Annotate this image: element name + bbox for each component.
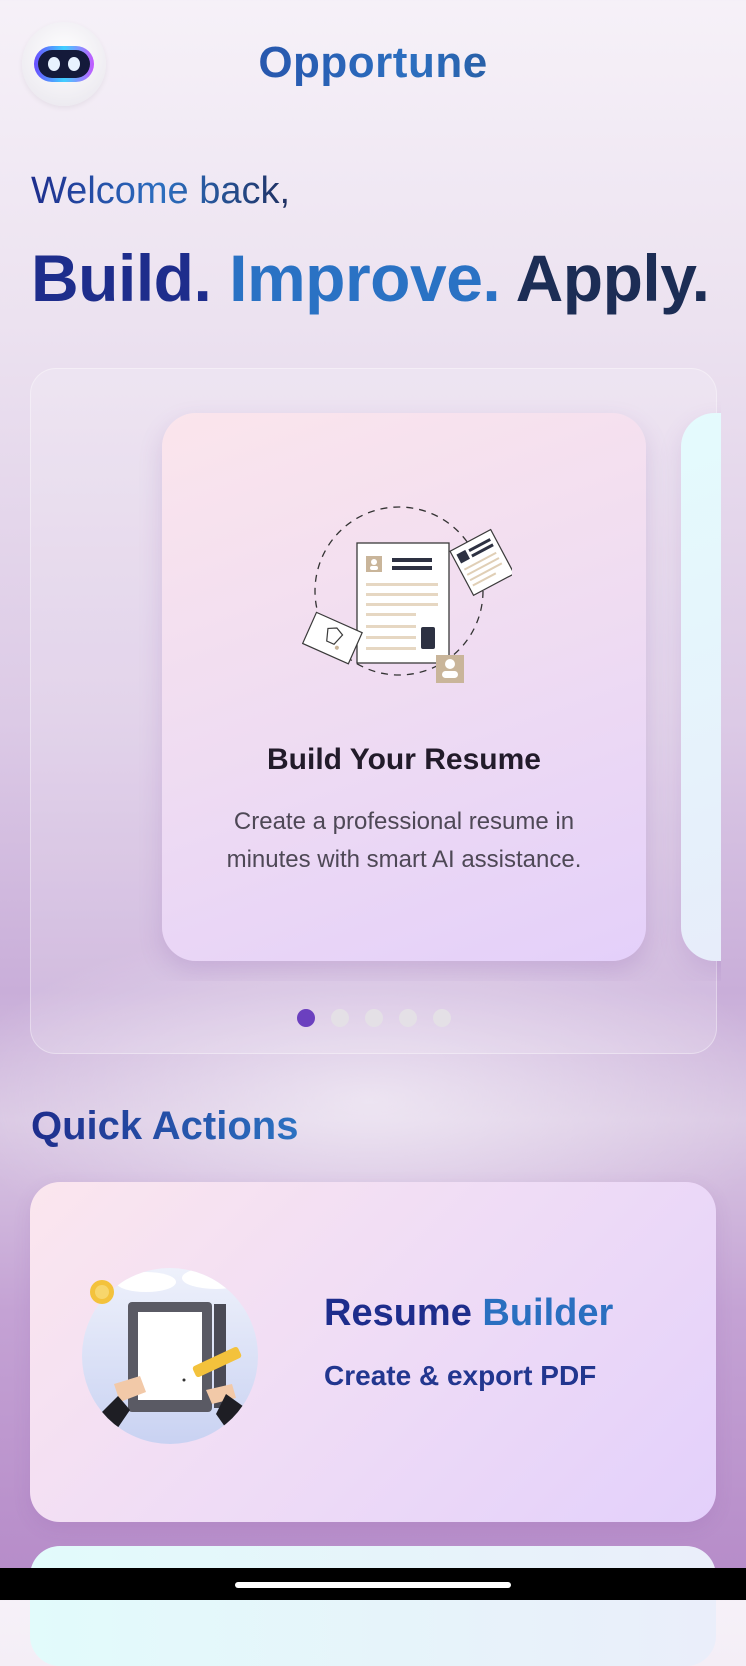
- feature-description: Create a professional resume in minutes …: [226, 808, 582, 873]
- quick-actions-title: Quick Actions: [31, 1104, 299, 1148]
- feature-card-build-resume[interactable]: Build Your Resume Create a professional …: [162, 413, 646, 961]
- tagline-build: Build.: [31, 241, 212, 315]
- app-header: Opportune: [0, 0, 746, 130]
- feature-carousel[interactable]: Build Your Resume Create a professional …: [30, 368, 721, 1054]
- next-action-card[interactable]: [30, 1546, 716, 1666]
- action-title: Resume Builder: [324, 1292, 613, 1335]
- carousel-dot-3[interactable]: [364, 1009, 383, 1027]
- resume-document-icon: [302, 506, 512, 683]
- carousel-dot-5[interactable]: [432, 1009, 451, 1027]
- home-indicator[interactable]: [235, 1582, 511, 1588]
- tagline: Build. Improve. Apply.: [31, 240, 710, 316]
- carousel-dot-1[interactable]: [296, 1009, 315, 1027]
- action-title-word-2: Builder: [482, 1292, 614, 1334]
- carousel-pagination: [31, 1009, 716, 1027]
- action-subtitle: Create & export PDF: [324, 1360, 597, 1391]
- action-title-word-1: Resume: [324, 1292, 472, 1334]
- resume-builder-illustration: [82, 1268, 258, 1444]
- tagline-apply: Apply.: [515, 241, 710, 315]
- welcome-text: Welcome back,: [31, 170, 291, 212]
- feature-title: Build Your Resume: [267, 743, 541, 776]
- carousel-viewport: Build Your Resume Create a professional …: [131, 369, 721, 981]
- carousel-dot-4[interactable]: [398, 1009, 417, 1027]
- feature-card-next[interactable]: [681, 413, 721, 961]
- resume-builder-card[interactable]: Resume Builder Create & export PDF: [30, 1182, 716, 1522]
- tagline-improve: Improve.: [229, 241, 501, 315]
- app-title: Opportune: [0, 38, 746, 88]
- carousel-dot-2[interactable]: [330, 1009, 349, 1027]
